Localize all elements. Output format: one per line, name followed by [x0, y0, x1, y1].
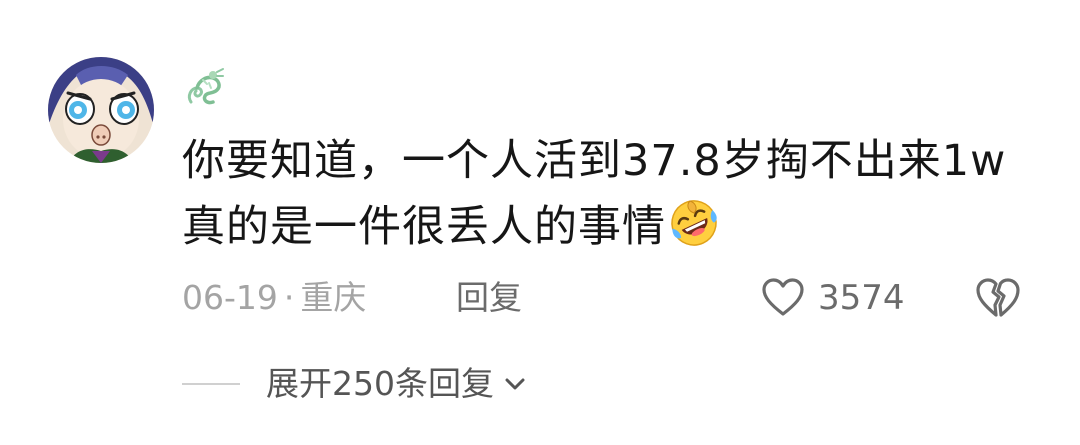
- expand-replies-button[interactable]: 展开250条回复: [182, 362, 530, 406]
- avatar[interactable]: [48, 57, 154, 163]
- comment-line-1: 你要知道，一个人活到37.8岁掏不出来1w: [182, 136, 1007, 186]
- like-button[interactable]: 3574: [760, 274, 905, 322]
- comment-date: 06-19: [182, 278, 278, 317]
- chevron-down-icon: [505, 378, 525, 390]
- comment-line-2-text: 真的是一件很丢人的事情: [182, 202, 666, 252]
- rolling-laughing-emoji-icon: [668, 197, 720, 249]
- divider-line: [182, 383, 240, 385]
- reply-button[interactable]: 回复: [456, 276, 522, 320]
- green-dragon-icon: [183, 66, 227, 110]
- meta-separator: ·: [283, 278, 295, 317]
- heart-outline-icon: [762, 278, 804, 316]
- comment-meta: 06-19 · 重庆: [182, 276, 366, 320]
- comment-location: 重庆: [300, 278, 367, 317]
- broken-heart-outline-icon: [976, 278, 1020, 317]
- dislike-button[interactable]: [974, 275, 1022, 321]
- cartoon-face-avatar-icon: [48, 57, 154, 163]
- like-count: 3574: [818, 278, 905, 318]
- comment-line-2: 真的是一件很丢人的事情: [182, 194, 1042, 260]
- comment-text: 你要知道，一个人活到37.8岁掏不出来1w 真的是一件很丢人的事情: [182, 128, 1042, 260]
- expand-replies-label: 展开250条回复: [266, 364, 494, 403]
